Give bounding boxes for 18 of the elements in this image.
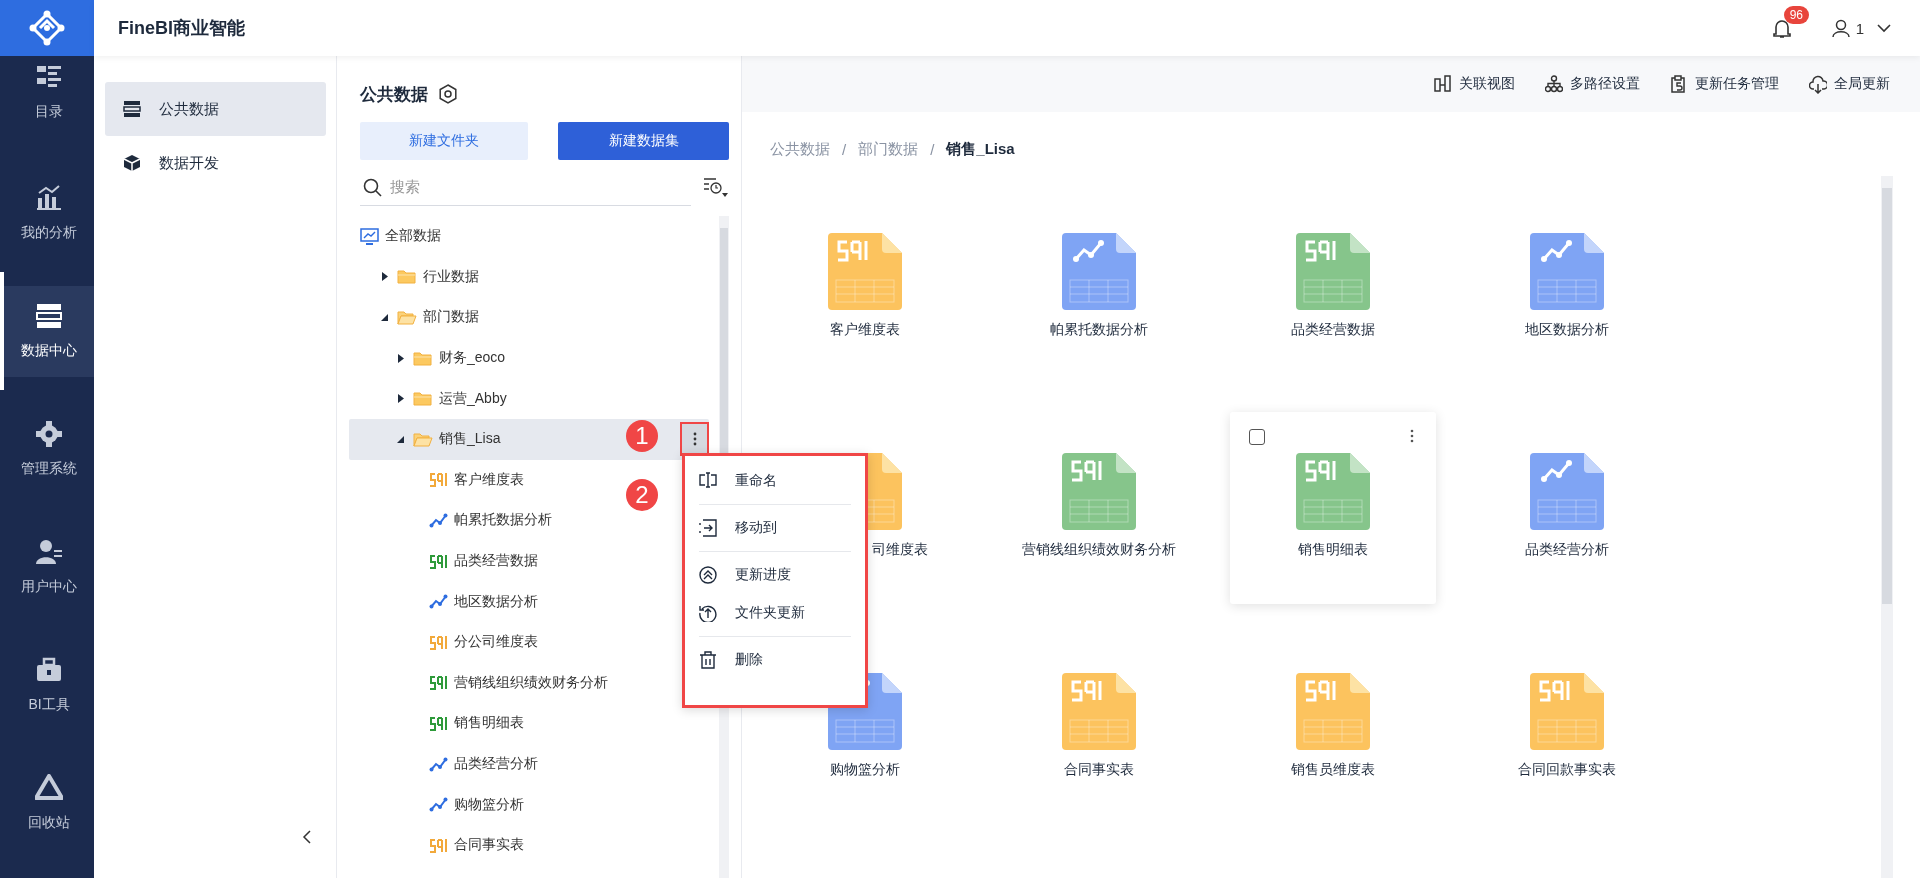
- breadcrumb-current: 销售_Lisa: [946, 139, 1015, 159]
- breadcrumb-separator: /: [930, 140, 935, 158]
- file-name: 购物篮分析: [830, 761, 900, 779]
- file-name: 司维度表: [872, 541, 928, 559]
- file-name: 客户维度表: [830, 321, 900, 339]
- file-name: 销售员维度表: [1291, 761, 1375, 779]
- notification-badge: 96: [1783, 5, 1809, 24]
- app-title: FineBI商业智能: [118, 17, 246, 40]
- breadcrumb-separator: /: [842, 140, 847, 158]
- file-name: 品类经营分析: [1525, 541, 1609, 559]
- file-name: 营销线组织绩效财务分析: [1022, 541, 1176, 559]
- file-name: 帕累托数据分析: [1050, 321, 1148, 339]
- file-name: 合同事实表: [1064, 761, 1134, 779]
- panel-title: 公共数据: [360, 83, 428, 106]
- file-name: 合同回款事实表: [1518, 761, 1616, 779]
- file-name: 销售明细表: [1298, 541, 1368, 559]
- file-name: 地区数据分析: [1525, 321, 1609, 339]
- file-name: 品类经营数据: [1291, 321, 1375, 339]
